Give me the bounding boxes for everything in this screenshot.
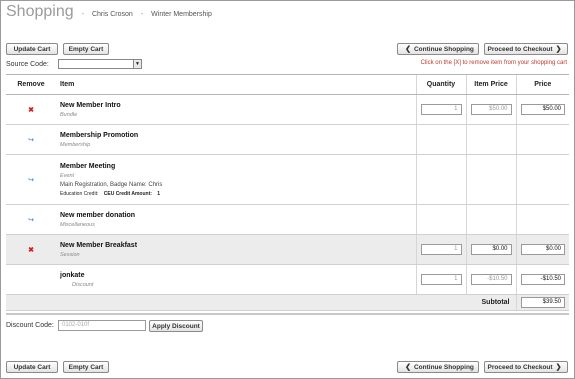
chevron-left-icon: ❮ — [405, 364, 411, 371]
swap-arrow-icon: ↪ — [6, 204, 56, 235]
update-cart-label: Update Cart — [13, 363, 51, 371]
continue-shopping-button-bottom[interactable]: ❮ Continue Shopping — [397, 361, 479, 373]
subtotal-row: Subtotal $39.50 — [6, 294, 569, 311]
member-name: Chris Croson — [91, 11, 133, 18]
table-row: ↪ New member donation Miscellaneous — [6, 204, 569, 235]
credit-value: 1 — [157, 190, 161, 197]
price-cell: -$10.50 — [515, 264, 569, 295]
proceed-checkout-label: Proceed to Checkout — [487, 363, 553, 371]
chevron-right-icon: ❯ — [555, 46, 562, 53]
quantity-input[interactable]: 1 — [420, 274, 462, 285]
quantity-cell: 1 — [415, 94, 466, 125]
page-title: Shopping — [6, 3, 74, 20]
source-code-select[interactable]: ▼ — [58, 59, 142, 69]
education-credit: Education Credit: CEU Credit Amount: 1 — [60, 191, 412, 197]
quantity-cell: 1 — [415, 264, 466, 295]
remove-x-icon[interactable]: ✖ — [6, 94, 56, 125]
price-cell: $50.00 — [515, 94, 569, 125]
item-type: Discount — [72, 281, 94, 288]
quantity-cell: 1 — [415, 234, 466, 265]
quantity-input[interactable]: 1 — [420, 244, 462, 255]
item-detail: Main Registration, Badge Name: Chris — [60, 181, 163, 188]
proceed-checkout-button-bottom[interactable]: Proceed to Checkout ❯ — [484, 361, 568, 373]
discount-code-input[interactable]: 0102-010f — [58, 320, 146, 331]
table-footer-bar — [6, 313, 569, 315]
table-row: jonkate Discount 1 -$10.50 -$10.50 — [6, 264, 569, 295]
table-header-row: Remove Item Quantity Item Price Price — [6, 74, 569, 95]
item-price-cell: $50.00 — [465, 94, 516, 125]
breadcrumb-separator: - — [81, 11, 84, 18]
item-price-input[interactable]: $50.00 — [470, 104, 512, 115]
col-quantity: Quantity — [415, 74, 466, 95]
quantity-input[interactable]: 1 — [420, 104, 462, 115]
swap-arrow-icon: ↪ — [6, 124, 56, 155]
col-price: Price — [515, 74, 569, 95]
page-header: Shopping - Chris Croson - Winter Members… — [6, 3, 212, 23]
discount-code-label: Discount Code: — [6, 322, 54, 329]
item-price-cell: $0.00 — [465, 234, 516, 265]
item-name: New member donation — [60, 211, 136, 219]
continue-shopping-button[interactable]: ❮ Continue Shopping — [397, 43, 479, 55]
table-row: ↪ Membership Promotion Membership — [6, 124, 569, 155]
continue-shopping-label: Continue Shopping — [413, 45, 474, 53]
subtotal-value: $39.50 — [520, 297, 565, 308]
item-cell: New Member Intro Bundle — [56, 94, 416, 125]
item-price-cell: -$10.50 — [465, 264, 516, 295]
remove-x-icon[interactable]: ✖ — [6, 234, 56, 265]
table-row: ✖ New Member Breakfast Session 1 $0.00 $… — [6, 234, 569, 265]
credit-label: Education Credit: — [60, 190, 99, 197]
apply-discount-label: Apply Discount — [152, 322, 200, 330]
item-cell: jonkate Discount — [56, 264, 416, 295]
table-row: ↪ Member Meeting Event Main Registration… — [6, 154, 569, 205]
item-type: Membership — [60, 141, 91, 148]
empty-cart-label: Empty Cart — [68, 45, 104, 53]
item-name: New Member Breakfast — [60, 241, 138, 249]
col-item: Item — [56, 74, 416, 95]
item-type: Bundle — [60, 111, 78, 118]
item-type: Miscellaneous — [60, 221, 95, 228]
update-cart-button[interactable]: Update Cart — [6, 43, 58, 55]
chevron-right-icon: ❯ — [555, 364, 562, 371]
breadcrumb-separator: - — [140, 11, 144, 18]
proceed-checkout-label: Proceed to Checkout — [487, 45, 553, 53]
price-input[interactable]: -$10.50 — [520, 274, 565, 285]
item-price-input[interactable]: $0.00 — [470, 244, 512, 255]
price-input[interactable]: $50.00 — [520, 104, 565, 115]
table-row: ✖ New Member Intro Bundle 1 $50.00 $50.0… — [6, 94, 569, 125]
proceed-checkout-button[interactable]: Proceed to Checkout ❯ — [484, 43, 568, 55]
item-name: Membership Promotion — [60, 131, 139, 139]
source-code-label: Source Code: — [6, 61, 49, 68]
swap-arrow-icon: ↪ — [6, 154, 56, 205]
item-name: New Member Intro — [60, 101, 121, 109]
empty-cart-button[interactable]: Empty Cart — [63, 43, 109, 55]
item-name: Member Meeting — [60, 162, 116, 170]
price-cell: $0.00 — [515, 234, 569, 265]
credit-name: CEU Credit Amount: — [103, 190, 152, 197]
price-input[interactable]: $0.00 — [520, 244, 565, 255]
item-cell: New member donation Miscellaneous — [56, 204, 416, 235]
membership-name: Winter Membership — [151, 11, 212, 18]
item-name: jonkate — [60, 271, 85, 279]
col-remove: Remove — [6, 74, 56, 95]
dropdown-arrow-icon: ▼ — [133, 60, 141, 68]
item-cell: New Member Breakfast Session — [56, 234, 416, 265]
col-item-price: Item Price — [465, 74, 516, 95]
continue-shopping-label: Continue Shopping — [413, 363, 474, 371]
apply-discount-button[interactable]: Apply Discount — [149, 320, 203, 332]
subtotal-cell: $39.50 — [515, 294, 569, 311]
empty-cart-button-bottom[interactable]: Empty Cart — [63, 361, 109, 373]
item-price-input[interactable]: -$10.50 — [470, 274, 512, 285]
chevron-left-icon: ❮ — [405, 46, 411, 53]
cart-table: Remove Item Quantity Item Price Price ✖ … — [6, 74, 569, 311]
item-type: Event — [60, 172, 75, 179]
item-type: Session — [60, 251, 80, 258]
remove-hint: Click on the [X] to remove item from you… — [420, 60, 567, 66]
item-cell: Membership Promotion Membership — [56, 124, 416, 155]
empty-cart-label: Empty Cart — [68, 363, 104, 371]
subtotal-label: Subtotal — [6, 294, 516, 311]
item-cell: Member Meeting Event Main Registration, … — [56, 154, 416, 205]
update-cart-button-bottom[interactable]: Update Cart — [6, 361, 58, 373]
update-cart-label: Update Cart — [13, 45, 51, 53]
